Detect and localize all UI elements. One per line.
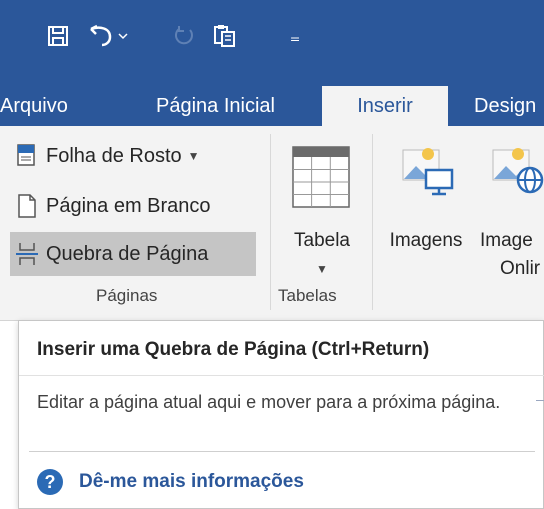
online-pictures-label-line2: Onlir xyxy=(500,258,541,279)
online-picture-icon xyxy=(492,148,544,194)
pictures-button[interactable]: Imagens xyxy=(380,140,472,280)
blank-page-icon xyxy=(18,194,36,218)
chevron-down-icon: ▼ xyxy=(316,262,328,276)
tab-design[interactable]: Design xyxy=(474,86,536,126)
tab-pagina-inicial[interactable]: Página Inicial xyxy=(156,86,275,126)
customize-qat-icon[interactable]: ₌ xyxy=(280,18,310,54)
table-button[interactable]: Tabela ▼ xyxy=(282,140,362,280)
tab-arquivo[interactable]: Arquivo xyxy=(0,86,68,126)
blank-page-label: Página em Branco xyxy=(46,194,211,217)
ribbon-panel: Folha de Rosto ▼ Página em Branco Quebra… xyxy=(0,126,544,321)
group-divider xyxy=(372,134,373,310)
tooltip-description: Editar a página atual aqui e mover para … xyxy=(37,392,501,412)
document-edge xyxy=(536,400,544,401)
page-break-button[interactable]: Quebra de Página xyxy=(10,232,256,276)
cover-page-label: Folha de Rosto xyxy=(46,144,182,167)
page-break-icon xyxy=(16,243,38,265)
blank-page-button[interactable]: Página em Branco xyxy=(16,186,211,226)
online-pictures-label: Image xyxy=(480,230,533,251)
tell-me-more-link[interactable]: ? Dê-me mais informações xyxy=(37,469,304,495)
table-icon xyxy=(292,146,350,208)
group-label-paginas: Páginas xyxy=(96,286,158,305)
page-break-tooltip: Inserir uma Quebra de Página (Ctrl+Retur… xyxy=(18,320,544,509)
cover-page-button[interactable]: Folha de Rosto ▼ xyxy=(16,136,200,176)
tooltip-divider xyxy=(19,375,544,376)
online-pictures-button[interactable]: Image Onlir xyxy=(480,140,544,290)
tooltip-divider xyxy=(29,451,535,452)
group-divider xyxy=(270,134,271,310)
clipboard-icon[interactable] xyxy=(208,18,242,54)
help-icon: ? xyxy=(37,469,63,495)
redo-icon[interactable] xyxy=(168,18,200,54)
save-icon[interactable] xyxy=(40,18,76,54)
tab-inserir[interactable]: Inserir xyxy=(322,86,448,126)
tooltip-title: Inserir uma Quebra de Página (Ctrl+Retur… xyxy=(37,339,430,360)
picture-icon xyxy=(402,148,454,196)
pictures-label: Imagens xyxy=(389,230,463,251)
ribbon-tabs: Arquivo Página Inicial Inserir Design xyxy=(0,86,544,126)
cover-page-icon xyxy=(17,144,35,166)
page-break-label: Quebra de Página xyxy=(46,242,209,265)
title-bar: ₌ xyxy=(0,0,544,86)
tell-me-more-label: Dê-me mais informações xyxy=(79,471,304,492)
chevron-down-icon: ▼ xyxy=(187,149,200,163)
undo-icon[interactable] xyxy=(86,18,130,54)
group-label-tabelas: Tabelas xyxy=(278,286,337,305)
table-label: Tabela xyxy=(294,230,350,251)
